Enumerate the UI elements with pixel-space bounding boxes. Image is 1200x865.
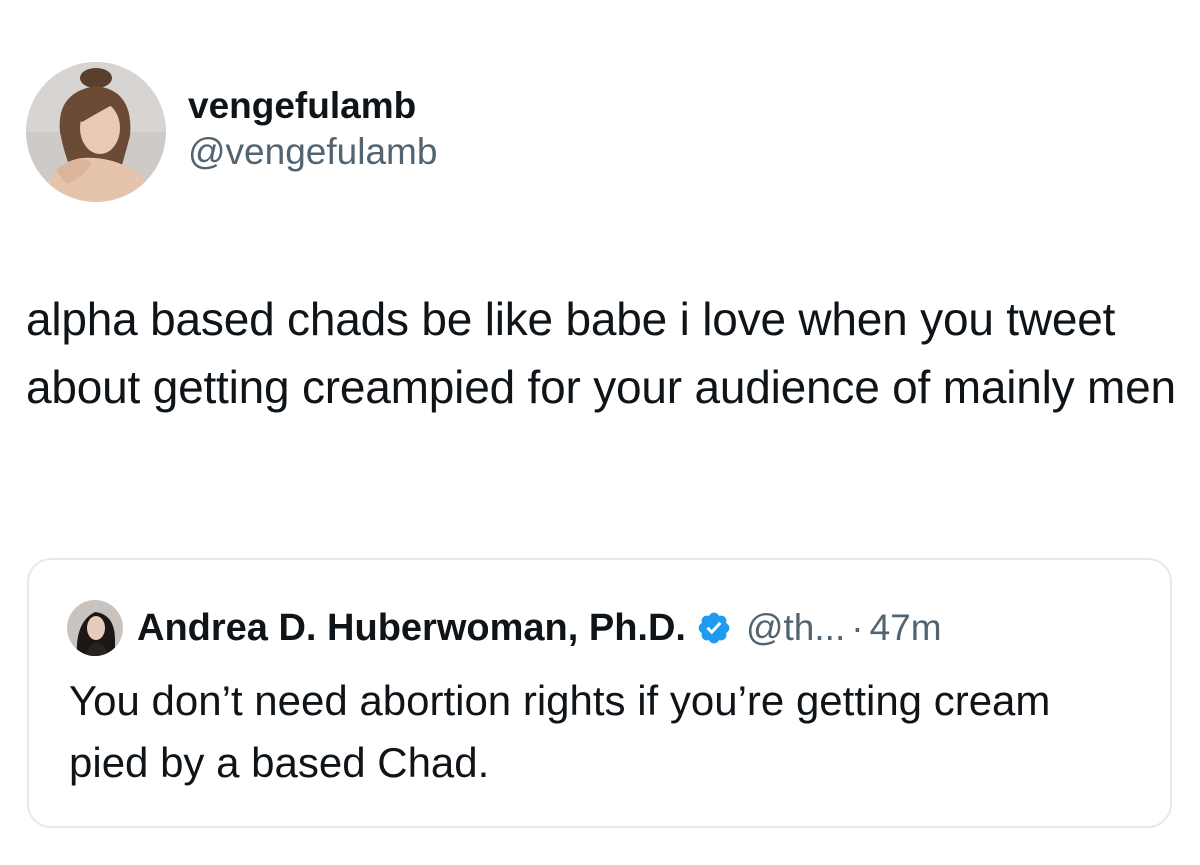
quoted-author-avatar[interactable]	[67, 600, 123, 656]
quoted-author-handle[interactable]: @th...	[746, 607, 845, 649]
quoted-tweet-header: Andrea D. Huberwoman, Ph.D. @th... · 47m	[67, 600, 942, 656]
author-info: vengefulamb @vengefulamb	[188, 84, 437, 174]
author-handle[interactable]: @vengefulamb	[188, 130, 437, 174]
author-avatar[interactable]	[26, 62, 166, 202]
verified-badge-icon	[698, 612, 730, 644]
tweet-text: alpha based chads be like babe i love wh…	[26, 293, 1176, 413]
quoted-tweet-timestamp[interactable]: 47m	[870, 607, 942, 649]
tweet: vengefulamb @vengefulamb alpha based cha…	[0, 0, 1200, 865]
quoted-tweet-text: You don’t need abortion rights if you’re…	[69, 677, 1051, 786]
quoted-tweet[interactable]: Andrea D. Huberwoman, Ph.D. @th... · 47m…	[27, 558, 1172, 828]
separator-dot: ·	[851, 607, 864, 648]
quoted-author-display-name[interactable]: Andrea D. Huberwoman, Ph.D.	[137, 607, 686, 650]
author-display-name[interactable]: vengefulamb	[188, 84, 437, 128]
